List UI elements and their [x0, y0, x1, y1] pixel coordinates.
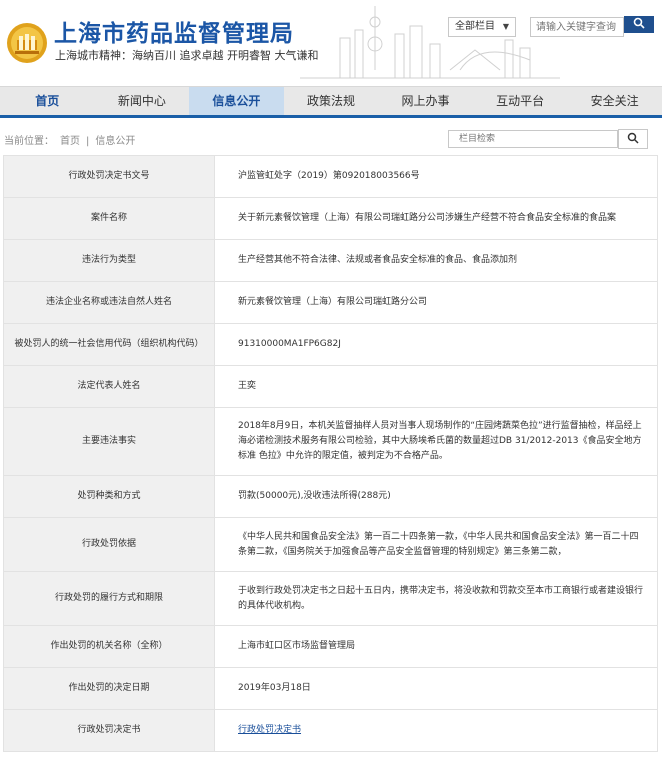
table-row: 作出处罚的决定日期 2019年03月18日 — [3, 667, 658, 710]
nav-item-policies[interactable]: 政策法规 — [284, 87, 379, 115]
table-row: 被处罚人的统一社会信用代码（组织机构代码） 91310000MA1FP6G82J — [3, 323, 658, 366]
breadcrumb-current[interactable]: 信息公开 — [95, 136, 135, 147]
field-value-case-name: 关于新元素餐饮管理（上海）有限公司瑞虹路分公司涉嫌生产经营不符合食品安全标准的食… — [214, 197, 658, 240]
field-label-fulfillment: 行政处罚的履行方式和期限 — [3, 571, 215, 626]
magnifier-icon — [627, 132, 639, 144]
breadcrumb: 当前位置： 首页 | 信息公开 — [4, 132, 141, 147]
nav-item-interaction[interactable]: 互动平台 — [473, 87, 568, 115]
table-row: 处罚种类和方式 罚款(50000元),没收违法所得(288元) — [3, 475, 658, 518]
nav-item-info-disclosure[interactable]: 信息公开 — [189, 87, 284, 115]
field-value-legal-rep: 王奕 — [214, 365, 658, 408]
nav-item-home[interactable]: 首页 — [0, 87, 95, 115]
search-icon — [633, 17, 645, 29]
site-header: 上海市药品监督管理局 上海城市精神：海纳百川 追求卓越 开明睿智 大气谦和 全部… — [0, 0, 662, 86]
field-label-violation-type: 违法行为类型 — [3, 239, 215, 282]
nav-item-online-services[interactable]: 网上办事 — [378, 87, 473, 115]
scope-select[interactable]: 全部栏目 ▼ — [448, 17, 516, 37]
table-row: 作出处罚的机关名称（全称） 上海市虹口区市场监督管理局 — [3, 625, 658, 668]
field-value-facts: 2018年8月9日，本机关监督抽样人员对当事人现场制作的“庄园烤蔬菜色拉”进行监… — [214, 407, 658, 476]
breadcrumb-label: 当前位置： — [4, 136, 54, 147]
field-label-legal-basis: 行政处罚依据 — [3, 517, 215, 572]
field-label-decision-doc: 行政处罚决定书 — [3, 709, 215, 752]
chevron-down-icon: ▼ — [502, 22, 509, 31]
table-row: 行政处罚决定书 行政处罚决定书 — [3, 709, 658, 752]
nav-item-news[interactable]: 新闻中心 — [95, 87, 190, 115]
keyword-search-input[interactable] — [530, 17, 624, 37]
field-value-decision-date: 2019年03月18日 — [214, 667, 658, 710]
decision-doc-link[interactable]: 行政处罚决定书 — [238, 725, 301, 735]
main-nav: 首页 新闻中心 信息公开 政策法规 网上办事 互动平台 安全关注 — [0, 86, 662, 118]
field-value-authority: 上海市虹口区市场监督管理局 — [214, 625, 658, 668]
site-slogan: 上海城市精神：海纳百川 追求卓越 开明睿智 大气谦和 — [55, 49, 319, 62]
field-value-fulfillment: 于收到行政处罚决定书之日起十五日内，携带决定书，将没收款和罚款交至本市工商银行或… — [214, 571, 658, 626]
breadcrumb-separator: | — [86, 136, 90, 147]
field-label-penalty-type: 处罚种类和方式 — [3, 475, 215, 518]
field-label-case-name: 案件名称 — [3, 197, 215, 240]
table-row: 违法行为类型 生产经营其他不符合法律、法规或者食品安全标准的食品、食品添加剂 — [3, 239, 658, 282]
table-row: 主要违法事实 2018年8月9日，本机关监督抽样人员对当事人现场制作的“庄园烤蔬… — [3, 407, 658, 476]
field-value-violation-type: 生产经营其他不符合法律、法规或者食品安全标准的食品、食品添加剂 — [214, 239, 658, 282]
field-label-legal-rep: 法定代表人姓名 — [3, 365, 215, 408]
table-row: 法定代表人姓名 王奕 — [3, 365, 658, 408]
column-search-button[interactable] — [618, 129, 648, 149]
field-label-authority: 作出处罚的机关名称（全称） — [3, 625, 215, 668]
skyline-banner-image — [300, 6, 560, 79]
table-row: 案件名称 关于新元素餐饮管理（上海）有限公司瑞虹路分公司涉嫌生产经营不符合食品安… — [3, 197, 658, 240]
table-row: 违法企业名称或违法自然人姓名 新元素餐饮管理（上海）有限公司瑞虹路分公司 — [3, 281, 658, 324]
site-title: 上海市药品监督管理局 — [54, 21, 294, 47]
field-label-decision-date: 作出处罚的决定日期 — [3, 667, 215, 710]
table-row: 行政处罚决定书文号 沪监管虹处字（2019）第092018003566号 — [3, 155, 658, 198]
emblem-logo-icon[interactable] — [6, 22, 48, 64]
field-label-doc-number: 行政处罚决定书文号 — [3, 155, 215, 198]
field-label-credit-code: 被处罚人的统一社会信用代码（组织机构代码） — [3, 323, 215, 366]
field-value-legal-basis: 《中华人民共和国食品安全法》第一百二十四条第一款，《中华人民共和国食品安全法》第… — [214, 517, 658, 572]
penalty-detail-table: 行政处罚决定书文号 沪监管虹处字（2019）第092018003566号 案件名… — [3, 155, 658, 752]
scope-select-value: 全部栏目 — [455, 21, 495, 32]
table-row: 行政处罚依据 《中华人民共和国食品安全法》第一百二十四条第一款，《中华人民共和国… — [3, 517, 658, 572]
field-value-penalty-type: 罚款(50000元),没收违法所得(288元) — [214, 475, 658, 518]
field-value-decision-doc: 行政处罚决定书 — [214, 709, 658, 752]
field-value-credit-code: 91310000MA1FP6G82J — [214, 323, 658, 366]
table-row: 行政处罚的履行方式和期限 于收到行政处罚决定书之日起十五日内，携带决定书，将没收… — [3, 571, 658, 626]
field-value-company-name: 新元素餐饮管理（上海）有限公司瑞虹路分公司 — [214, 281, 658, 324]
column-search-input[interactable] — [448, 130, 618, 148]
nav-item-safety[interactable]: 安全关注 — [567, 87, 662, 115]
field-label-company-name: 违法企业名称或违法自然人姓名 — [3, 281, 215, 324]
keyword-search-button[interactable] — [624, 16, 654, 33]
field-label-facts: 主要违法事实 — [3, 407, 215, 476]
field-value-doc-number: 沪监管虹处字（2019）第092018003566号 — [214, 155, 658, 198]
breadcrumb-home-link[interactable]: 首页 — [60, 136, 80, 147]
